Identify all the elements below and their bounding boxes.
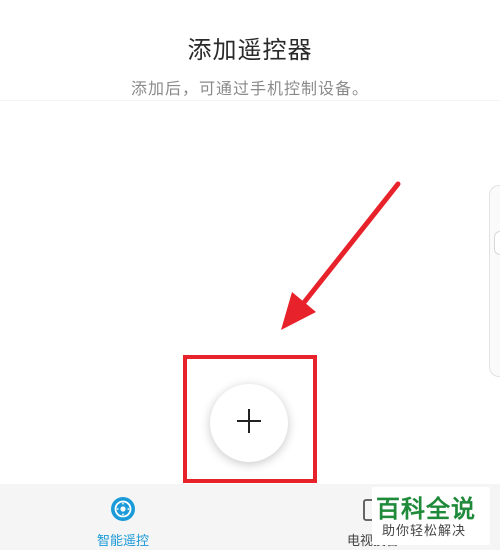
tab-smart-remote[interactable]: 智能遥控 bbox=[63, 484, 183, 550]
watermark-logo: 百科全说 助你轻松解决 bbox=[372, 487, 490, 545]
remote-control-icon bbox=[110, 496, 136, 522]
annotation-arrow-shaft bbox=[299, 181, 401, 308]
watermark-title: 百科全说 bbox=[376, 495, 476, 523]
add-remote-button[interactable] bbox=[210, 384, 288, 462]
page-title: 添加遥控器 bbox=[187, 36, 313, 64]
side-drawer-handle[interactable] bbox=[489, 185, 500, 377]
plus-icon bbox=[235, 407, 263, 439]
watermark-subtitle: 助你轻松解决 bbox=[382, 524, 467, 539]
page-subtitle: 添加后，可通过手机控制设备。 bbox=[130, 79, 369, 98]
app-screen: 添加遥控器 添加后，可通过手机控制设备。 智能遥控 百科全说 助你轻松解决 bbox=[0, 0, 500, 550]
header-divider bbox=[0, 100, 500, 101]
annotation-arrowhead bbox=[281, 292, 316, 330]
side-drawer-knob[interactable] bbox=[494, 231, 500, 255]
tab-smart-remote-label: 智能遥控 bbox=[96, 534, 149, 549]
